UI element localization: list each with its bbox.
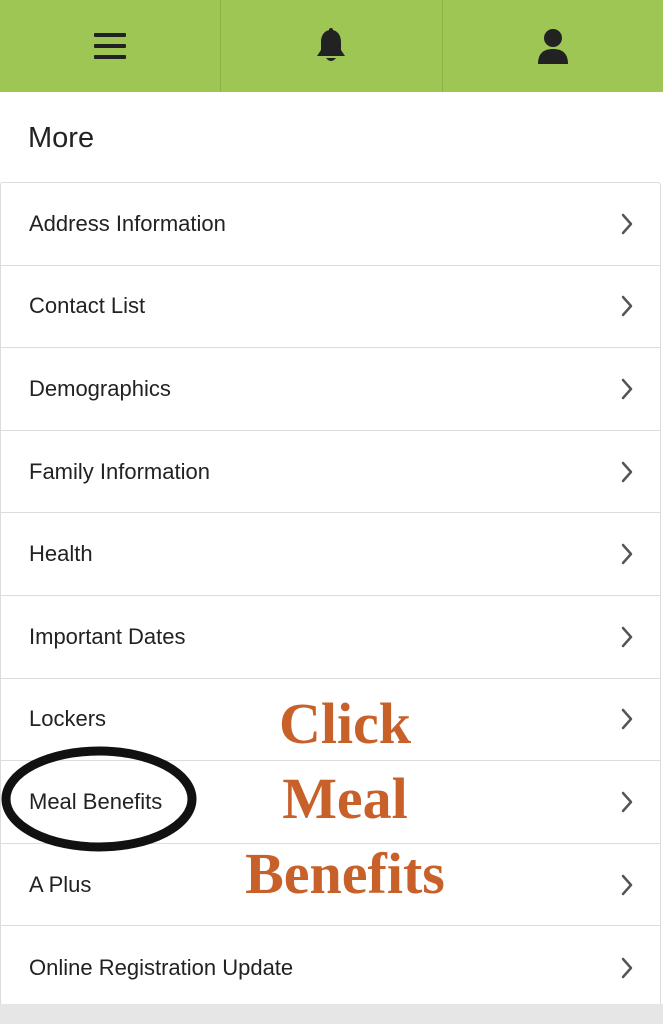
- chevron-right-icon: [620, 874, 634, 896]
- chevron-right-icon: [620, 461, 634, 483]
- list-item-contact-list[interactable]: Contact List: [1, 266, 660, 349]
- list-item-health[interactable]: Health: [1, 513, 660, 596]
- list-item-label: Important Dates: [29, 623, 186, 649]
- chevron-right-icon: [620, 295, 634, 317]
- chevron-right-icon: [620, 957, 634, 979]
- list-item-label: Contact List: [29, 293, 146, 319]
- top-navigation-bar: [0, 0, 663, 92]
- chevron-right-icon: [620, 543, 634, 565]
- hamburger-menu-icon: [94, 33, 127, 59]
- list-item-label: A Plus: [29, 871, 92, 897]
- chevron-right-icon: [620, 791, 634, 813]
- list-item-label: Meal Benefits: [29, 788, 163, 814]
- bottom-edge: [0, 1004, 663, 1024]
- list-item-family-information[interactable]: Family Information: [1, 431, 660, 514]
- profile-button[interactable]: [443, 0, 663, 92]
- page-title: More: [28, 122, 95, 154]
- main-content: More Address Information Contact List De…: [0, 92, 663, 1010]
- list-item-label: Health: [29, 541, 93, 567]
- list-item-meal-benefits[interactable]: Meal Benefits: [1, 761, 660, 844]
- list-item-label: Demographics: [29, 375, 171, 401]
- chevron-right-icon: [620, 708, 634, 730]
- list-item-label: Online Registration Update: [29, 954, 294, 980]
- list-item-demographics[interactable]: Demographics: [1, 348, 660, 431]
- chevron-right-icon: [620, 213, 634, 235]
- chevron-right-icon: [620, 378, 634, 400]
- list-item-important-dates[interactable]: Important Dates: [1, 596, 660, 679]
- list-item-lockers[interactable]: Lockers: [1, 679, 660, 762]
- bell-icon: [317, 28, 346, 61]
- chevron-right-icon: [620, 626, 634, 648]
- notifications-button[interactable]: [221, 0, 443, 92]
- list-item-label: Lockers: [29, 706, 107, 732]
- list-item-online-registration-update[interactable]: Online Registration Update: [1, 926, 660, 1009]
- menu-button[interactable]: [0, 0, 222, 92]
- list-item-label: Address Information: [29, 210, 226, 236]
- app-screen: More Address Information Contact List De…: [0, 0, 663, 1024]
- user-icon: [537, 29, 568, 64]
- list-item-label: Family Information: [29, 458, 210, 484]
- list-item-a-plus[interactable]: A Plus: [1, 844, 660, 927]
- list-item-address-information[interactable]: Address Information: [1, 183, 660, 266]
- more-menu-list: Address Information Contact List Demogra…: [0, 182, 661, 1010]
